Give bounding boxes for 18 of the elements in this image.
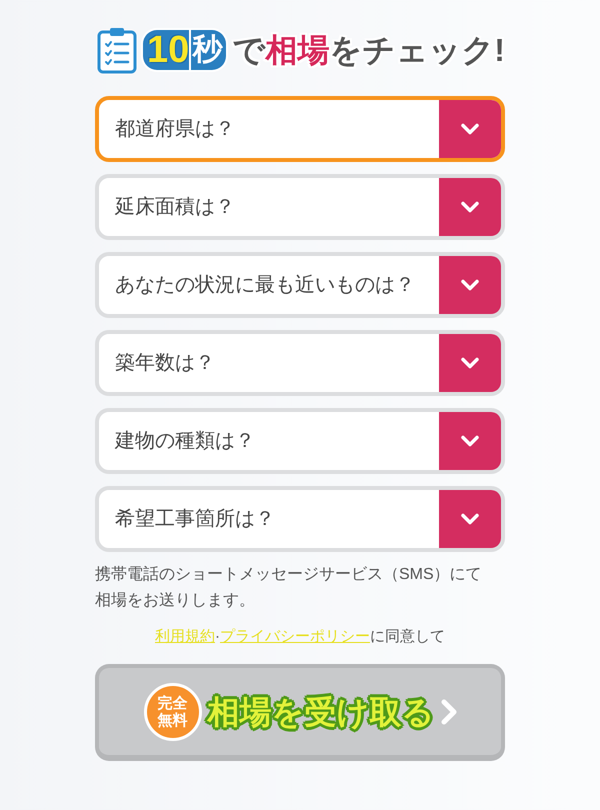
chevron-down-icon — [439, 178, 501, 236]
free-badge: 完全無料 — [144, 682, 202, 740]
select-field[interactable]: 延床面積は？ — [95, 174, 505, 240]
select-field[interactable]: あなたの状況に最も近いものは？ — [95, 252, 505, 318]
clipboard-checklist-icon — [97, 26, 137, 74]
heading: 10秒 で相場をチェック! — [143, 30, 505, 70]
select-field[interactable]: 築年数は？ — [95, 330, 505, 396]
chevron-right-icon — [440, 698, 456, 724]
sms-note: 携帯電話のショートメッセージサービス（SMS）にて相場をお送りします。 — [95, 564, 483, 611]
chevron-down-icon — [439, 256, 501, 314]
chevron-down-icon — [439, 412, 501, 470]
select-field[interactable]: 希望工事箇所は？ — [95, 486, 505, 552]
chevron-down-icon — [439, 334, 501, 392]
chevron-down-icon — [439, 490, 501, 548]
chevron-down-icon — [439, 100, 501, 158]
select-field[interactable]: 建物の種類は？ — [95, 408, 505, 474]
select-field[interactable]: 都道府県は？ — [95, 96, 505, 162]
consent-text: 利用規約·プライバシーポリシーに同意して — [154, 627, 446, 647]
